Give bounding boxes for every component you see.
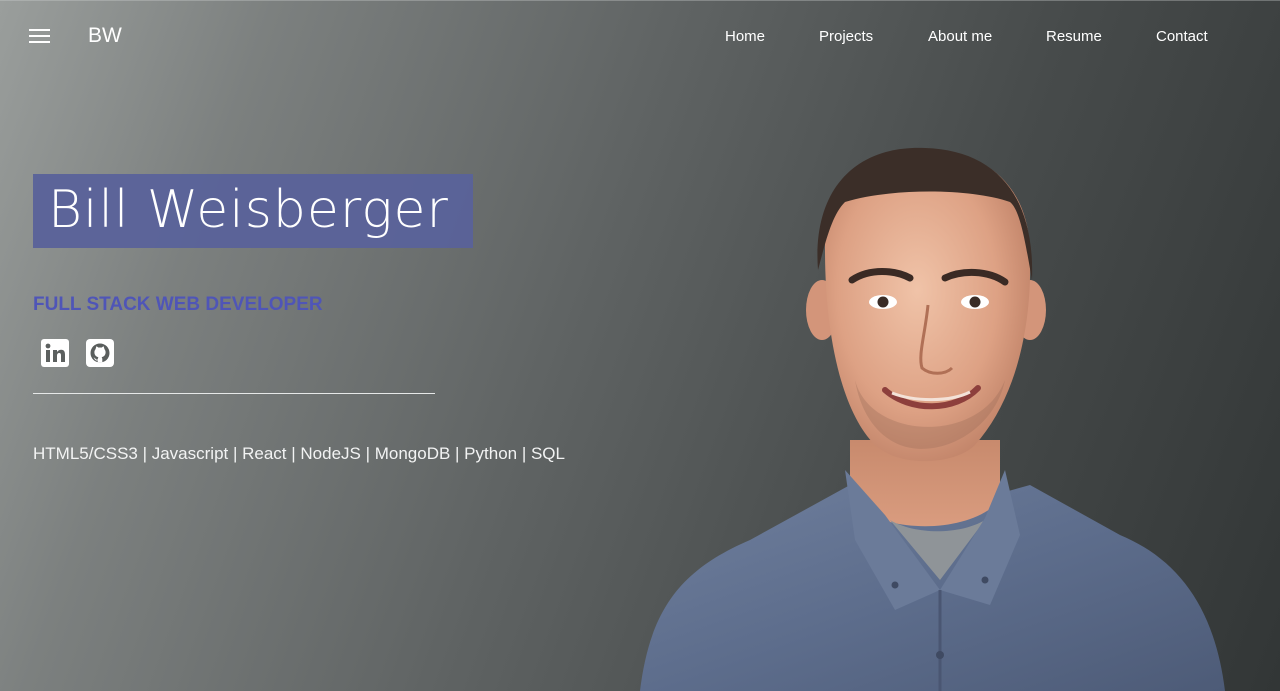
nav-link-about[interactable]: About me (928, 27, 992, 47)
page: BW Home Projects About me Resume Contact… (0, 0, 1280, 691)
profile-photo (640, 147, 1225, 691)
brand-logo[interactable]: BW (88, 24, 122, 48)
hamburger-menu-icon[interactable] (29, 28, 51, 46)
nav-link-resume[interactable]: Resume (1046, 27, 1102, 47)
hero-subtitle: FULL STACK WEB DEVELOPER (33, 294, 323, 315)
nav-link-projects[interactable]: Projects (819, 27, 873, 47)
linkedin-icon[interactable] (41, 339, 69, 367)
skills-list: HTML5/CSS3 | Javascript | React | NodeJS… (33, 444, 565, 463)
nav-link-home[interactable]: Home (725, 27, 765, 47)
nav-link-contact[interactable]: Contact (1156, 27, 1208, 47)
navbar: BW Home Projects About me Resume Contact (0, 0, 1280, 72)
github-icon[interactable] (86, 339, 114, 367)
hero-divider (33, 393, 435, 394)
hero-name: Bill Weisberger (48, 180, 449, 240)
